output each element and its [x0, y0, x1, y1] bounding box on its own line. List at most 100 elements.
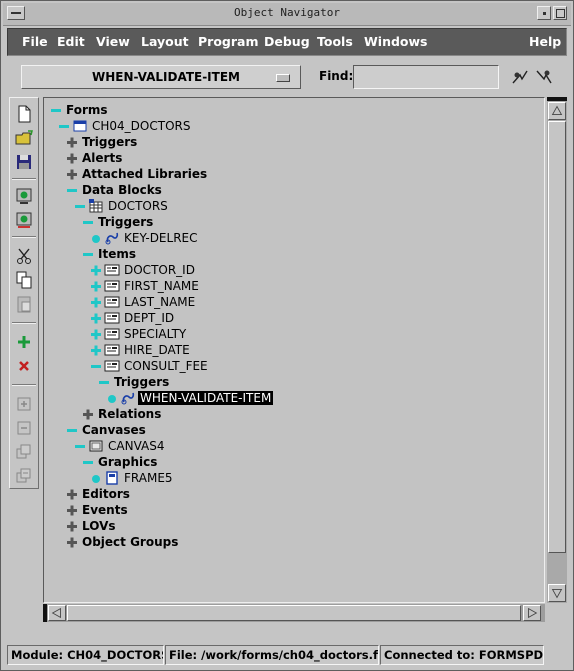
- vertical-scrollbar[interactable]: [547, 97, 567, 603]
- object-navigator-window: Object Navigator File Edit View Layout P…: [0, 0, 574, 671]
- expand-icon[interactable]: [14, 394, 34, 414]
- tree-node-label: Forms: [66, 103, 108, 117]
- new-file-icon[interactable]: [14, 104, 34, 124]
- collapse-node-icon[interactable]: [98, 374, 110, 390]
- status-connection: Connected to: FORMSPDB: [380, 645, 544, 665]
- collapse-node-icon[interactable]: [74, 438, 86, 454]
- toolbar-separator: [12, 384, 36, 386]
- cut-icon[interactable]: [14, 246, 34, 266]
- menu-help[interactable]: Help: [529, 34, 561, 49]
- scroll-left-arrow-icon[interactable]: [48, 605, 66, 621]
- tree-node-label: LOVs: [82, 519, 116, 533]
- expand-node-icon[interactable]: [90, 310, 102, 326]
- expand-node-icon[interactable]: [90, 278, 102, 294]
- expand-node-icon[interactable]: [66, 534, 78, 550]
- find-label: Find:: [319, 69, 354, 83]
- expand-node-icon[interactable]: [66, 166, 78, 182]
- leaf-node-bullet-icon: [92, 235, 100, 243]
- trigger-icon: [105, 232, 119, 245]
- collapse-node-icon[interactable]: [66, 182, 78, 198]
- trigger-icon: [121, 392, 135, 405]
- find-input[interactable]: [353, 65, 499, 89]
- trigger-selector[interactable]: WHEN-VALIDATE-ITEM: [21, 65, 301, 89]
- expand-node-icon[interactable]: [90, 326, 102, 342]
- text-item-icon: [104, 296, 120, 308]
- menu-debug[interactable]: Debug: [264, 34, 310, 49]
- form-window-icon: [73, 120, 87, 132]
- collapse-node-icon[interactable]: [90, 358, 102, 374]
- text-item-icon: [104, 312, 120, 324]
- run-form-icon[interactable]: [14, 186, 34, 206]
- expand-node-icon[interactable]: [90, 294, 102, 310]
- scroll-up-arrow-icon[interactable]: [548, 102, 566, 120]
- window-title: Object Navigator: [234, 6, 340, 19]
- tree-node-label: KEY-DELREC: [124, 231, 198, 245]
- maximize-icon[interactable]: [553, 6, 567, 20]
- minimize-icon[interactable]: [537, 6, 551, 20]
- menu-bar: File Edit View Layout Program Debug Tool…: [7, 28, 567, 56]
- delete-icon[interactable]: [14, 356, 34, 376]
- menu-layout[interactable]: Layout: [141, 34, 189, 49]
- create-icon[interactable]: [14, 332, 34, 352]
- collapse-icon[interactable]: [14, 418, 34, 438]
- tree-node-label: Relations: [98, 407, 162, 421]
- tree-node-label-selected: WHEN-VALIDATE-ITEM: [138, 391, 274, 405]
- tree-node-label: DOCTOR_ID: [124, 263, 195, 277]
- menu-windows[interactable]: Windows: [364, 34, 428, 49]
- find-next-icon[interactable]: [533, 67, 555, 87]
- text-item-icon: [104, 280, 120, 292]
- status-module: Module: CH04_DOCTORS: [7, 645, 164, 665]
- tree-node-label: Data Blocks: [82, 183, 162, 197]
- collapse-node-icon[interactable]: [82, 214, 94, 230]
- expand-node-icon[interactable]: [66, 150, 78, 166]
- scrollbar-cap: [547, 97, 567, 101]
- menu-file[interactable]: File: [22, 34, 48, 49]
- expand-node-icon[interactable]: [66, 502, 78, 518]
- toolbar-separator: [12, 322, 36, 324]
- vertical-scroll-thumb[interactable]: [548, 121, 566, 553]
- tree-node-label: Triggers: [82, 135, 138, 149]
- menu-view[interactable]: View: [96, 34, 130, 49]
- save-icon[interactable]: [14, 152, 34, 172]
- copy-icon[interactable]: [14, 270, 34, 290]
- expand-node-icon[interactable]: [66, 486, 78, 502]
- collapse-node-icon[interactable]: [66, 422, 78, 438]
- horizontal-scroll-thumb[interactable]: [67, 605, 521, 621]
- collapse-node-icon[interactable]: [82, 454, 94, 470]
- collapse-node-icon[interactable]: [82, 246, 94, 262]
- scroll-down-arrow-icon[interactable]: [548, 584, 566, 602]
- open-folder-icon[interactable]: [14, 128, 34, 148]
- scroll-right-arrow-icon[interactable]: [523, 605, 541, 621]
- collapse-node-icon[interactable]: [50, 102, 62, 118]
- tree-node-label: Triggers: [98, 215, 154, 229]
- tree-node-label: FRAME5: [124, 471, 173, 485]
- find-previous-icon[interactable]: [509, 67, 531, 87]
- expand-node-icon[interactable]: [82, 406, 94, 422]
- option-menu-indicator-icon: [276, 74, 290, 82]
- tree-node-label: HIRE_DATE: [124, 343, 190, 357]
- tree-node-label: SPECIALTY: [124, 327, 187, 341]
- expand-node-icon[interactable]: [90, 342, 102, 358]
- horizontal-scrollbar[interactable]: [43, 604, 545, 622]
- tree-node-label: Object Groups: [82, 535, 179, 549]
- text-item-icon: [104, 360, 120, 372]
- menu-tools[interactable]: Tools: [317, 34, 353, 49]
- paste-icon[interactable]: [14, 294, 34, 314]
- collapse-node-icon[interactable]: [58, 118, 70, 134]
- expand-all-icon[interactable]: [14, 442, 34, 462]
- canvas-icon: [89, 440, 103, 452]
- expand-node-icon[interactable]: [90, 262, 102, 278]
- debug-form-icon[interactable]: [14, 210, 34, 230]
- collapse-node-icon[interactable]: [74, 198, 86, 214]
- menu-program[interactable]: Program: [198, 34, 259, 49]
- tree-node-label: Attached Libraries: [82, 167, 208, 181]
- collapse-all-icon[interactable]: [14, 466, 34, 486]
- tree-node-label: Editors: [82, 487, 130, 501]
- frame-icon: [106, 471, 118, 485]
- menu-edit[interactable]: Edit: [57, 34, 85, 49]
- expand-node-icon[interactable]: [66, 134, 78, 150]
- tree-node-label: DEPT_ID: [124, 311, 175, 325]
- tree-node-label: Alerts: [82, 151, 123, 165]
- title-bar[interactable]: Object Navigator: [3, 3, 571, 26]
- expand-node-icon[interactable]: [66, 518, 78, 534]
